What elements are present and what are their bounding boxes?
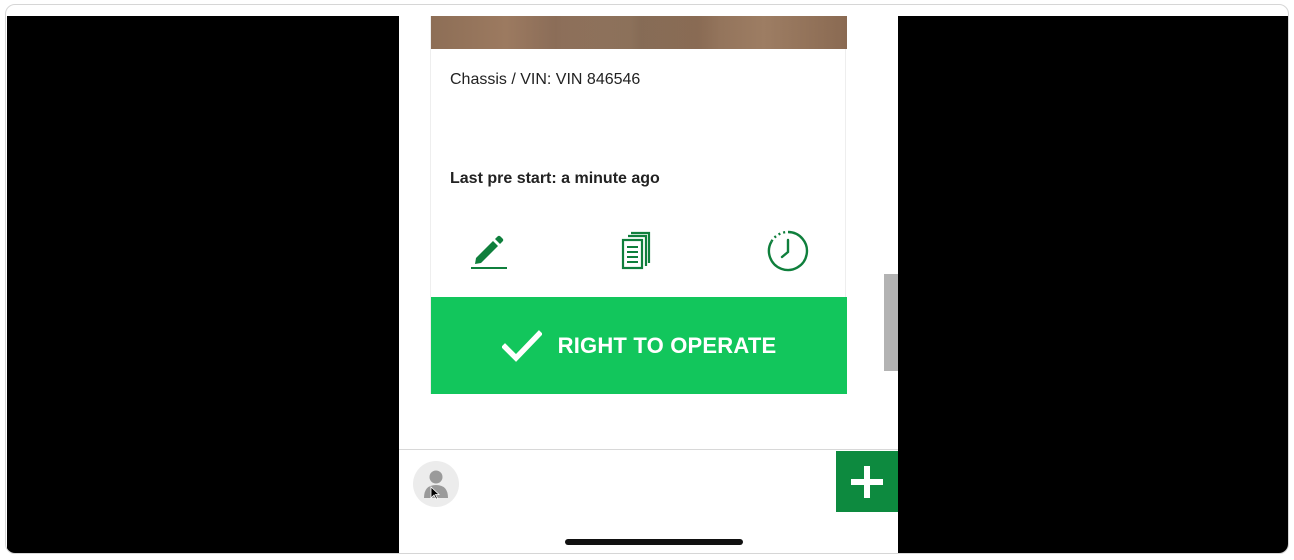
scrollbar-thumb[interactable] <box>884 274 898 371</box>
right-to-operate-label: RIGHT TO OPERATE <box>557 332 777 358</box>
mobile-app-view: Chassis / VIN: VIN 846546 Last pre start… <box>399 16 898 553</box>
documents-button[interactable] <box>614 228 660 274</box>
checkmark-icon <box>501 329 542 362</box>
pencil-icon <box>471 235 507 269</box>
letterbox-right <box>898 16 1288 553</box>
vehicle-photo <box>431 16 847 49</box>
right-to-operate-button[interactable]: RIGHT TO OPERATE <box>431 297 847 394</box>
last-prestart-text: Last pre start: a minute ago <box>450 170 660 187</box>
scrollbar-track <box>884 16 898 448</box>
add-button[interactable] <box>836 451 898 512</box>
bottom-toolbar <box>399 449 898 553</box>
vehicle-card: Chassis / VIN: VIN 846546 Last pre start… <box>430 16 847 394</box>
vin-text: Chassis / VIN: VIN 846546 <box>450 71 641 88</box>
mouse-cursor-icon <box>430 486 440 500</box>
history-clock-icon <box>767 230 809 272</box>
plus-icon <box>851 465 883 498</box>
history-button[interactable] <box>765 228 811 274</box>
screen-frame: Chassis / VIN: VIN 846546 Last pre start… <box>5 4 1289 554</box>
documents-icon <box>621 231 651 270</box>
home-indicator <box>565 539 743 545</box>
edit-button[interactable] <box>465 228 511 274</box>
user-avatar-button[interactable] <box>413 461 459 507</box>
letterbox-left <box>7 16 399 553</box>
